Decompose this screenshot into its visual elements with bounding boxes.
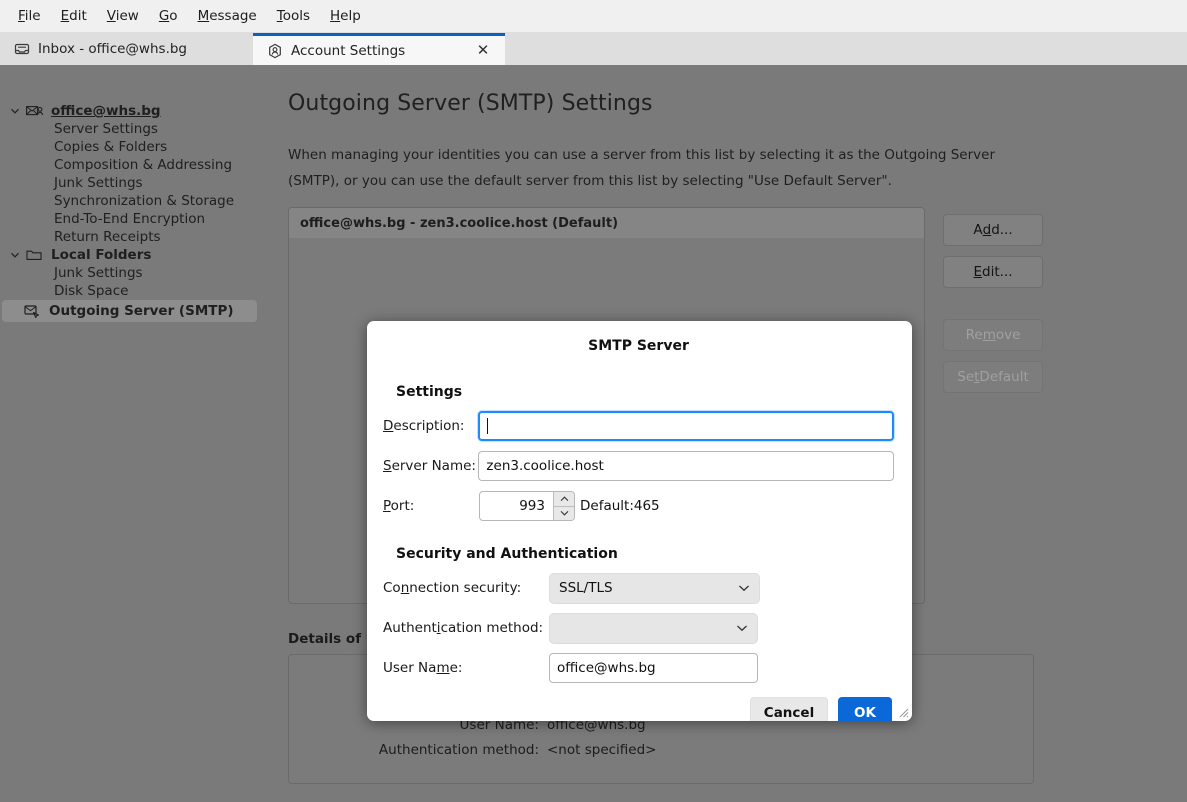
menu-bar: File Edit View Go Message Tools Help (0, 0, 1187, 33)
sidebar-item-copies-folders[interactable]: Copies & Folders (0, 138, 265, 156)
intro-text: When managing your identities you can us… (288, 142, 1048, 194)
sidebar-item-end-to-end-encryption-label: End-To-End Encryption (54, 211, 206, 227)
dialog-title: SMTP Server (588, 338, 689, 354)
chevron-up-icon[interactable] (554, 492, 574, 507)
smtp-server-dialog: SMTP Server Settings Description: Server… (367, 321, 912, 721)
tab-bar: Inbox - office@whs.bg Account Settings ✕ (0, 33, 1187, 65)
connection-security-label: Connection security: (383, 580, 522, 596)
server-list-buttons: Ad d... Edit... Re m ove Se t Default (943, 207, 1043, 604)
list-item[interactable]: office@whs.bg - zen3.coolice.host (Defau… (289, 208, 924, 238)
menu-file[interactable]: File (8, 4, 51, 28)
sidebar-item-synchronization-storage-label: Synchronization & Storage (54, 193, 235, 209)
menu-go[interactable]: Go (149, 4, 188, 28)
sidebar-item-disk-space[interactable]: Disk Space (0, 282, 265, 300)
chevron-down-icon (736, 620, 748, 636)
list-item-label: office@whs.bg - zen3.coolice.host (Defau… (300, 215, 619, 231)
account-settings-icon (267, 43, 283, 59)
sidebar-item-account-label: office@whs.bg (51, 103, 161, 119)
sidebar-item-account[interactable]: office@whs.bg (0, 102, 265, 120)
intro-line-2: or you can use the default server from t… (343, 173, 892, 189)
connection-security-row: Connection security: SSL/TLS (383, 571, 894, 605)
tab-inbox[interactable]: Inbox - office@whs.bg (0, 33, 253, 65)
user-name-label: User Name: (383, 660, 463, 676)
auth-method-row: Authentication method: (383, 611, 894, 645)
auth-method-label: Authentication method: (383, 620, 544, 636)
set-default-button[interactable]: Se t Default (943, 361, 1043, 393)
user-name-field[interactable]: office@whs.bg (549, 653, 758, 683)
description-label: Description: (383, 418, 465, 434)
port-default-hint: Default:465 (580, 498, 660, 514)
port-spin-arrows[interactable] (553, 492, 574, 520)
auth-method-select[interactable] (549, 612, 758, 644)
menu-edit[interactable]: Edit (51, 4, 97, 28)
detail-key: Authentication method: (378, 742, 539, 758)
sidebar-item-server-settings[interactable]: Server Settings (0, 120, 265, 138)
description-field[interactable] (478, 411, 894, 441)
tab-account-settings[interactable]: Account Settings ✕ (253, 33, 505, 65)
tab-inbox-label: Inbox - office@whs.bg (38, 41, 187, 57)
sidebar-item-junk-settings-label: Junk Settings (54, 175, 143, 191)
sidebar-item-return-receipts[interactable]: Return Receipts (0, 228, 265, 246)
tab-account-settings-label: Account Settings (291, 42, 406, 59)
user-name-value: office@whs.bg (557, 660, 656, 676)
port-row: Port: 993 Default:465 (383, 489, 894, 523)
sidebar-item-composition-addressing-label: Composition & Addressing (54, 157, 233, 173)
server-name-value: zen3.coolice.host (486, 458, 604, 474)
port-value[interactable]: 993 (480, 492, 553, 520)
edit-button[interactable]: Edit... (943, 256, 1043, 288)
cancel-button[interactable]: Cancel (750, 697, 828, 721)
sidebar-item-local-folders[interactable]: Local Folders (0, 246, 265, 264)
server-name-field[interactable]: zen3.coolice.host (478, 451, 894, 481)
description-row: Description: (383, 409, 894, 443)
detail-value: <not specified> (547, 742, 657, 758)
connection-security-value: SSL/TLS (559, 580, 613, 596)
port-label: Port: (383, 498, 415, 514)
chevron-down-icon[interactable] (8, 248, 22, 262)
sidebar-item-outgoing-server-smtp-label: Outgoing Server (SMTP) (49, 303, 234, 319)
sidebar-item-local-folders-label: Local Folders (51, 247, 152, 263)
sidebar-item-end-to-end-encryption[interactable]: End-To-End Encryption (0, 210, 265, 228)
sidebar-item-junk-settings[interactable]: Junk Settings (0, 174, 265, 192)
sidebar-item-return-receipts-label: Return Receipts (54, 229, 161, 245)
sidebar-item-local-junk-settings[interactable]: Junk Settings (0, 264, 265, 282)
menu-view[interactable]: View (97, 4, 149, 28)
close-icon[interactable]: ✕ (475, 43, 491, 59)
inbox-icon (14, 41, 30, 57)
user-name-row: User Name: office@whs.bg (383, 651, 894, 685)
chevron-down-icon[interactable] (8, 104, 22, 118)
sidebar-item-copies-folders-label: Copies & Folders (54, 139, 168, 155)
menu-message[interactable]: Message (188, 4, 267, 28)
sidebar-item-synchronization-storage[interactable]: Synchronization & Storage (0, 192, 265, 210)
dialog-buttons: Cancel OK (383, 697, 894, 721)
ok-button[interactable]: OK (838, 697, 892, 721)
menu-help[interactable]: Help (320, 4, 371, 28)
server-name-label: Server Name: (383, 458, 476, 474)
connection-security-select[interactable]: SSL/TLS (549, 572, 760, 604)
security-section-heading: Security and Authentication (396, 546, 618, 562)
account-mail-icon (26, 103, 44, 119)
add-button[interactable]: Ad d... (943, 214, 1043, 246)
sidebar-item-composition-addressing[interactable]: Composition & Addressing (0, 156, 265, 174)
resize-grip-icon[interactable] (897, 706, 909, 718)
sidebar-item-local-junk-settings-label: Junk Settings (54, 265, 143, 281)
settings-section-heading: Settings (396, 384, 463, 400)
menu-tools[interactable]: Tools (267, 4, 320, 28)
server-name-row: Server Name: zen3.coolice.host (383, 449, 894, 483)
sidebar-item-disk-space-label: Disk Space (54, 283, 129, 299)
folder-icon (26, 247, 43, 263)
detail-row-auth-method: Authentication method: <not specified> (289, 738, 1033, 763)
page-title: Outgoing Server (SMTP) Settings (288, 91, 653, 116)
sidebar-item-server-settings-label: Server Settings (54, 121, 158, 137)
remove-button[interactable]: Re m ove (943, 319, 1043, 351)
port-spinner[interactable]: 993 (479, 491, 575, 521)
sidebar-item-outgoing-server-smtp[interactable]: Outgoing Server (SMTP) (2, 300, 257, 322)
chevron-down-icon[interactable] (554, 507, 574, 521)
settings-sidebar: office@whs.bg Server Settings Copies & F… (0, 65, 265, 802)
chevron-down-icon (738, 580, 750, 596)
smtp-server-icon (24, 303, 41, 319)
text-caret (487, 418, 489, 434)
